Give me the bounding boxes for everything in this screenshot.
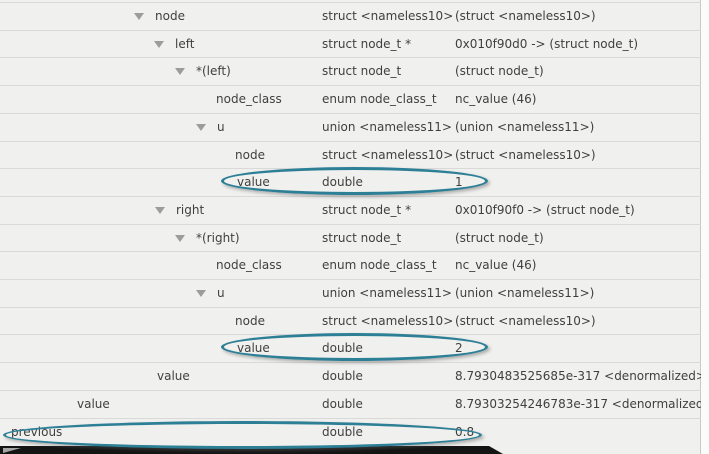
expander-triangle-icon[interactable] [134, 13, 144, 20]
variable-type: struct <nameless10> [322, 3, 453, 30]
variable-name: right [176, 197, 204, 224]
variable-name: *(left) [196, 58, 231, 85]
variable-row[interactable]: node_class enum node_class_t nc_value (46) [0, 251, 701, 279]
variable-row[interactable]: u union <nameless11>(union <nameless11>) [0, 279, 701, 307]
variable-row[interactable]: valuedouble8.7930483525685e-317 <denorma… [0, 362, 701, 390]
variable-name: node_class [216, 252, 282, 279]
variable-name: node [235, 308, 265, 335]
variable-name: u [217, 114, 225, 141]
variables-tree: nodestruct <nameless10>(struct <nameless… [0, 0, 701, 454]
expander-triangle-icon[interactable] [175, 68, 185, 75]
variable-name: value [77, 391, 110, 418]
expander-triangle-icon[interactable] [196, 124, 206, 131]
expander-triangle-icon[interactable] [196, 290, 206, 297]
variable-name: node_class [216, 86, 282, 113]
variable-value: 8.7930483525685e-317 <denormalized> [455, 363, 706, 390]
expander-triangle-icon[interactable] [175, 235, 185, 242]
variable-name: node [235, 142, 265, 169]
variable-type: union <nameless11> [322, 280, 452, 307]
variable-name: value [157, 363, 190, 390]
variable-value: (struct node_t) [455, 58, 544, 85]
variable-value: 0x010f90d0 -> (struct node_t) [455, 31, 638, 58]
variable-row[interactable]: *(right) struct node_t (struct node_t) [0, 224, 701, 252]
right-gutter [701, 0, 709, 454]
variable-type: struct node_t [322, 225, 401, 252]
variable-name: left [175, 31, 194, 58]
variable-type: struct <nameless10> [322, 142, 453, 169]
variable-row[interactable]: left struct node_t * 0x010f90d0 -> (struct… [0, 30, 701, 58]
variable-type: enum node_class_t [322, 86, 437, 113]
variable-type: struct node_t [322, 58, 401, 85]
variable-value: 8.79303254246783e-317 <denormalized> [455, 391, 709, 418]
variable-row[interactable]: node_class enum node_class_t nc_value (46) [0, 85, 701, 113]
variable-value: (struct node_t) [455, 225, 544, 252]
annotation-ellipse [221, 167, 488, 195]
variable-type: struct node_t * [322, 197, 411, 224]
variable-row[interactable]: node struct <nameless10>(struct <nameless… [0, 2, 701, 30]
variable-value: (struct <nameless10>) [455, 142, 596, 169]
variable-value: (union <nameless11>) [455, 114, 594, 141]
variable-type: enum node_class_t [322, 252, 437, 279]
variable-value: nc_value (46) [455, 252, 536, 279]
expander-triangle-icon[interactable] [155, 207, 165, 214]
variable-type: double [322, 391, 363, 418]
variable-row[interactable]: right struct node_t * 0x010f90f0 -> (struc… [0, 196, 701, 224]
watch-window: nodestruct <nameless10>(struct <nameless… [0, 0, 709, 454]
variable-type: struct <nameless10> [322, 308, 453, 335]
variable-type: double [322, 363, 363, 390]
annotation-ellipse [221, 333, 488, 361]
variable-value: (struct <nameless10>) [455, 308, 596, 335]
expander-triangle-icon[interactable] [154, 41, 164, 48]
variable-type: struct node_t * [322, 31, 411, 58]
variable-type: union <nameless11> [322, 114, 452, 141]
variable-row[interactable]: *(left) struct node_t (struct node_t) [0, 57, 701, 85]
variable-name: *(right) [196, 225, 240, 252]
variable-name: u [217, 280, 225, 307]
variable-row[interactable]: u union <nameless11>(union <nameless11>) [0, 113, 701, 141]
variable-value: (struct <nameless10>) [455, 3, 596, 30]
variable-value: nc_value (46) [455, 86, 536, 113]
variable-value: (union <nameless11>) [455, 280, 594, 307]
variable-row[interactable]: node struct <nameless10>(struct <nameless… [0, 141, 701, 169]
variable-row[interactable]: node struct <nameless10>(struct <nameless… [0, 307, 701, 335]
variable-name: node [155, 3, 185, 30]
variable-row[interactable]: valuedouble8.79303254246783e-317 <denorm… [0, 390, 701, 418]
resize-grip-icon [3, 448, 21, 453]
variable-value: 0x010f90f0 -> (struct node_t) [455, 197, 635, 224]
annotation-ellipse [3, 421, 482, 449]
